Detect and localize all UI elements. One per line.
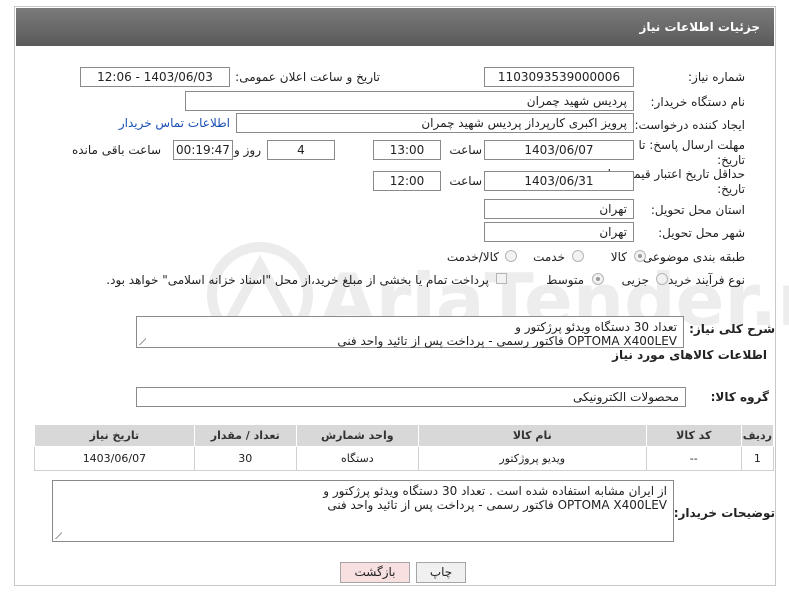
announce-label: تاریخ و ساعت اعلان عمومی: <box>235 70 380 84</box>
cell-row: 1 <box>740 446 775 471</box>
print-button[interactable]: چاپ <box>416 562 466 583</box>
col-code: کد کالا <box>645 424 742 447</box>
need-number-field: 1103093539000006 <box>484 67 634 87</box>
description-textarea[interactable]: تعداد 30 دستگاه ویدئو پرژکتور و OPTOMA X… <box>136 316 684 348</box>
buyer-notes-textarea[interactable]: از ایران مشابه استفاده شده است . تعداد 3… <box>52 480 674 542</box>
buyer-notes-label: توضیحات خریدار: <box>673 506 775 520</box>
cell-name: ویدیو پروژکتور <box>417 446 647 471</box>
cell-quantity: 30 <box>193 446 297 471</box>
process-label: نوع فرآیند خرید : <box>660 273 745 287</box>
city-label: شهر محل تحویل: <box>658 226 745 240</box>
goods-group-field: محصولات الکترونیکی <box>136 387 686 407</box>
city-field: تهران <box>484 222 634 242</box>
treasury-payment-checkbox[interactable] <box>496 273 507 284</box>
category-goods-label: کالا <box>610 250 627 264</box>
process-medium-radio[interactable] <box>592 273 604 285</box>
table-header-row: ردیف کد کالا نام کالا واحد شمارش تعداد /… <box>34 424 775 447</box>
category-goods-service-radio[interactable] <box>505 250 517 262</box>
deadline-time-field: 13:00 <box>373 140 441 160</box>
payment-note: پرداخت تمام یا بخشی از مبلغ خرید،از محل … <box>106 273 489 287</box>
province-field: تهران <box>484 199 634 219</box>
resize-grip-icon <box>138 337 146 345</box>
validity-time-field: 12:00 <box>373 171 441 191</box>
goods-table: ردیف کد کالا نام کالا واحد شمارش تعداد /… <box>34 424 775 471</box>
category-service-radio[interactable] <box>572 250 584 262</box>
days-label: روز و <box>234 143 261 157</box>
buyer-org-field: پردیس شهید چمران <box>185 91 634 111</box>
page-title: جزئیات اطلاعات نیاز <box>639 20 760 34</box>
deadline-date-field: 1403/06/07 <box>484 140 634 160</box>
process-medium-label: متوسط <box>546 273 584 287</box>
creator-label: ایجاد کننده درخواست: <box>634 118 745 132</box>
category-goods-radio[interactable] <box>634 250 646 262</box>
category-label: طبقه بندی موضوعی: <box>638 250 745 264</box>
validity-date-field: 1403/06/31 <box>484 171 634 191</box>
table-row[interactable]: 1 -- ویدیو پروژکتور دستگاه 30 1403/06/07 <box>34 446 775 471</box>
description-label: شرح کلی نیاز: <box>689 322 775 336</box>
col-name: نام کالا <box>417 424 647 447</box>
col-row: ردیف <box>740 424 775 447</box>
deadline-label-2: تاریخ: <box>717 153 745 167</box>
category-goods-service-label: کالا/خدمت <box>446 250 499 264</box>
process-minor-radio[interactable] <box>656 273 668 285</box>
validity-time-label: ساعت <box>449 174 482 188</box>
announce-field: 1403/06/03 - 12:06 <box>80 67 230 87</box>
province-label: استان محل تحویل: <box>650 203 745 217</box>
deadline-time-label: ساعت <box>449 143 482 157</box>
need-number-label: شماره نیاز: <box>688 70 745 84</box>
goods-group-label: گروه کالا: <box>710 390 769 404</box>
contact-buyer-link[interactable]: اطلاعات تماس خریدار <box>119 116 230 130</box>
days-field: 4 <box>267 140 335 160</box>
validity-label-2: تاریخ: <box>717 182 745 196</box>
col-need-date: تاریخ نیاز <box>34 424 195 447</box>
page-header: جزئیات اطلاعات نیاز <box>16 8 774 46</box>
cell-code: -- <box>645 446 742 471</box>
category-service-label: خدمت <box>533 250 565 264</box>
resize-grip-icon <box>54 531 62 539</box>
cell-need-date: 1403/06/07 <box>34 446 195 471</box>
col-quantity: تعداد / مقدار <box>193 424 297 447</box>
creator-field: پرویز اکبری کارپرداز پردیس شهید چمران <box>236 113 634 133</box>
remaining-label: ساعت باقی مانده <box>71 143 161 157</box>
process-minor-label: جزیی <box>621 273 649 287</box>
remaining-time-field: 00:19:47 <box>173 140 233 160</box>
buyer-org-label: نام دستگاه خریدار: <box>650 95 746 109</box>
goods-section-title: اطلاعات کالاهای مورد نیاز <box>612 348 767 362</box>
back-button[interactable]: بازگشت <box>340 562 410 583</box>
col-unit: واحد شمارش <box>295 424 419 447</box>
deadline-label: مهلت ارسال پاسخ: تا <box>638 138 745 152</box>
cell-unit: دستگاه <box>295 446 419 471</box>
